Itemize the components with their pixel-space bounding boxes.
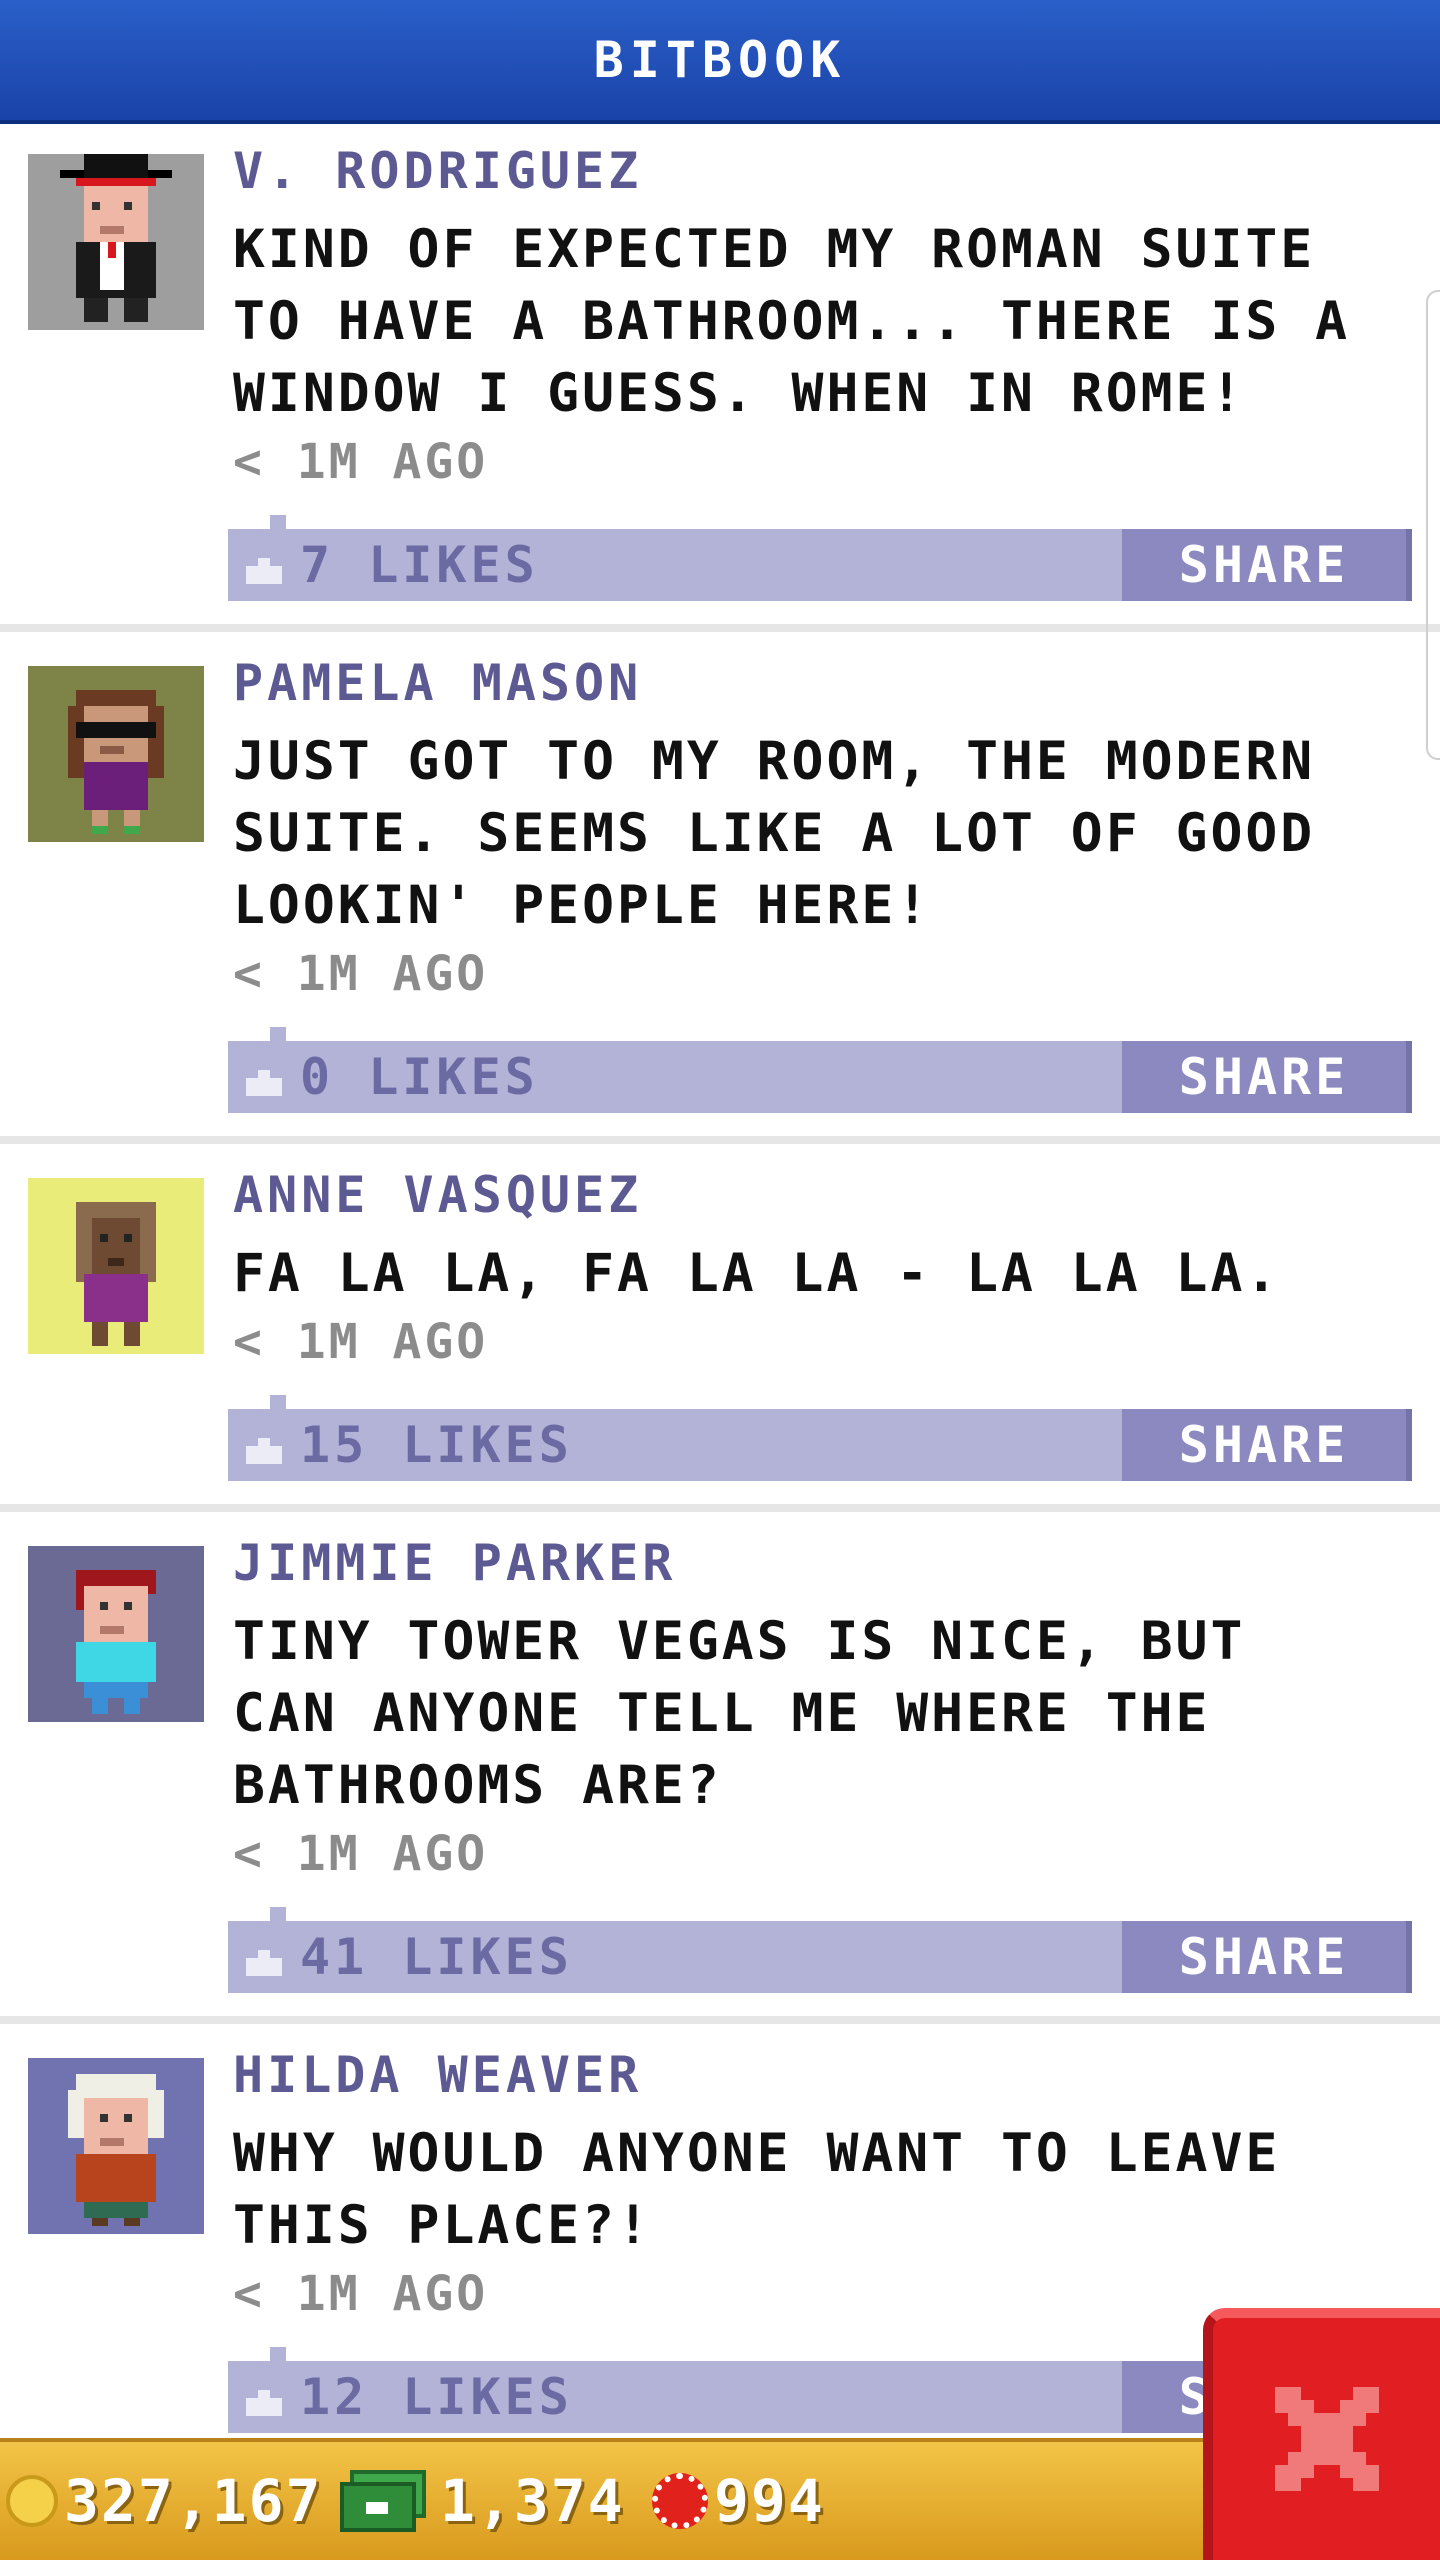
avatar[interactable] (28, 1178, 204, 1354)
post-time: < 1M AGO (233, 1826, 489, 1882)
post-divider (0, 1504, 1440, 1512)
post: JIMMIE PARKER TINY TOWER VEGAS IS NICE, … (0, 1516, 1440, 2016)
close-icon (1262, 2374, 1392, 2504)
avatar[interactable] (28, 154, 204, 330)
post-time: < 1M AGO (233, 2266, 489, 2322)
post-divider (0, 2016, 1440, 2024)
chip-icon (652, 2473, 708, 2529)
coin-icon (6, 2475, 58, 2527)
post-author: PAMELA MASON (233, 654, 643, 712)
avatar[interactable] (28, 666, 204, 842)
avatar[interactable] (28, 2058, 204, 2234)
post-author: ANNE VASQUEZ (233, 1166, 643, 1224)
thumbs-up-icon (246, 2390, 282, 2416)
likes-count: 12 LIKES (300, 2368, 573, 2426)
post-divider (0, 624, 1440, 632)
post-message: JUST GOT TO MY ROOM, THE MODERN SUITE. S… (233, 731, 1316, 936)
thumbs-up-icon (246, 558, 282, 584)
post-message: TINY TOWER VEGAS IS NICE, BUT CAN ANYONE… (233, 1611, 1246, 1816)
post-author: HILDA WEAVER (233, 2046, 643, 2104)
post-divider (0, 1136, 1440, 1144)
post-time: < 1M AGO (233, 434, 489, 490)
like-button[interactable]: 15 LIKES (228, 1409, 573, 1481)
share-button[interactable]: SHARE (1122, 1041, 1412, 1113)
post-message: WHY WOULD ANYONE WANT TO LEAVE THIS PLAC… (233, 2123, 1281, 2256)
coins-value: 327,167 (64, 2467, 323, 2535)
avatar[interactable] (28, 1546, 204, 1722)
post-time: < 1M AGO (233, 1314, 489, 1370)
bux-stat: 1,374 (340, 2442, 625, 2560)
like-button[interactable]: 41 LIKES (228, 1921, 573, 1993)
likes-count: 15 LIKES (300, 1416, 573, 1474)
chips-value: 994 (714, 2467, 825, 2535)
like-button[interactable]: 7 LIKES (228, 529, 539, 601)
scrollbar[interactable] (1426, 290, 1440, 760)
feed[interactable]: V. RODRIGUEZ KIND OF EXPECTED MY ROMAN S… (0, 124, 1440, 2438)
thumbs-up-icon (246, 1950, 282, 1976)
chips-stat: 994 (652, 2442, 825, 2560)
app-header: BITBOOK (0, 0, 1440, 124)
like-button[interactable]: 12 LIKES (228, 2361, 573, 2433)
post-message: KIND OF EXPECTED MY ROMAN SUITE TO HAVE … (233, 219, 1351, 424)
post: ANNE VASQUEZ FA LA LA, FA LA LA - LA LA … (0, 1148, 1440, 1504)
post-author: V. RODRIGUEZ (233, 142, 643, 200)
app-title: BITBOOK (593, 31, 847, 89)
coins-stat: 327,167 (6, 2442, 322, 2560)
post: PAMELA MASON JUST GOT TO MY ROOM, THE MO… (0, 636, 1440, 1136)
close-button[interactable] (1203, 2308, 1440, 2560)
likes-count: 41 LIKES (300, 1928, 573, 1986)
thumbs-up-icon (246, 1070, 282, 1096)
post-message: FA LA LA, FA LA LA - LA LA LA. (233, 1243, 1281, 1304)
thumbs-up-icon (246, 1438, 282, 1464)
bux-icon (340, 2470, 426, 2532)
like-button[interactable]: 0 LIKES (228, 1041, 539, 1113)
likes-count: 7 LIKES (300, 536, 539, 594)
post-time: < 1M AGO (233, 946, 489, 1002)
bux-value: 1,374 (440, 2467, 625, 2535)
post-author: JIMMIE PARKER (233, 1534, 677, 1592)
share-button[interactable]: SHARE (1122, 1409, 1412, 1481)
post: V. RODRIGUEZ KIND OF EXPECTED MY ROMAN S… (0, 124, 1440, 624)
share-button[interactable]: SHARE (1122, 1921, 1412, 1993)
likes-count: 0 LIKES (300, 1048, 539, 1106)
post-action-bar: 7 LIKES SHARE (228, 515, 1412, 601)
post-action-bar: 0 LIKES SHARE (228, 1027, 1412, 1113)
share-button[interactable]: SHARE (1122, 529, 1412, 601)
post-action-bar: 41 LIKES SHARE (228, 1907, 1412, 1993)
post-action-bar: 15 LIKES SHARE (228, 1395, 1412, 1481)
